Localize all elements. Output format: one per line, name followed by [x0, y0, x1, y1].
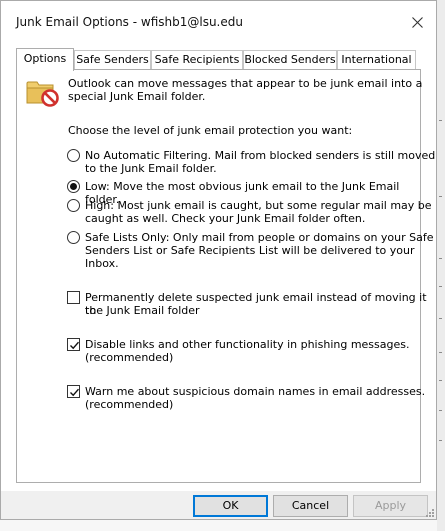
checkbox-label-phishing-line-1[interactable]: Disable links and other functionality in… — [85, 338, 410, 351]
background-window-edge — [437, 0, 445, 531]
junk-email-options-dialog: Junk Email Options - wfishb1@lsu.edu Opt… — [0, 0, 437, 520]
radio-label-safe-lists-line-3[interactable]: Inbox. — [85, 257, 119, 270]
radio-high[interactable] — [67, 199, 80, 212]
resize-grip-icon[interactable] — [425, 508, 435, 518]
checkbox-disable-phishing-links[interactable] — [67, 338, 80, 351]
radio-no-automatic-filtering[interactable] — [67, 149, 80, 162]
protection-level-prompt: Choose the level of junk email protectio… — [68, 124, 353, 137]
checkbox-label-domains-line-1[interactable]: Warn me about suspicious domain names in… — [85, 385, 425, 398]
radio-low[interactable] — [67, 180, 80, 193]
radio-label-safe-lists-line-1[interactable]: Safe Lists Only: Only mail from people o… — [85, 231, 434, 244]
checkbox-label-phishing-line-2[interactable]: (recommended) — [85, 351, 173, 364]
checkmark-icon — [70, 341, 80, 350]
close-icon — [412, 17, 423, 28]
radio-label-no-filtering-line-1[interactable]: No Automatic Filtering. Mail from blocke… — [85, 149, 435, 162]
title-bar[interactable]: Junk Email Options - wfishb1@lsu.edu — [1, 1, 436, 39]
intro-text-line-2: special Junk Email folder. — [68, 90, 206, 103]
tab-international[interactable]: International — [337, 50, 416, 70]
apply-button[interactable]: Apply — [353, 495, 428, 517]
junk-folder-blocked-icon — [26, 81, 59, 107]
ok-button[interactable]: OK — [193, 495, 268, 517]
close-button[interactable] — [405, 11, 431, 35]
checkbox-permanently-delete[interactable] — [67, 291, 80, 304]
background-window-edge-bottom — [0, 519, 437, 531]
radio-label-safe-lists-line-2[interactable]: Senders List or Safe Recipients List wil… — [85, 244, 414, 257]
tab-options[interactable]: Options — [16, 48, 74, 71]
tab-safe-senders[interactable]: Safe Senders — [74, 50, 151, 70]
tab-blocked-senders[interactable]: Blocked Senders — [243, 50, 337, 70]
intro-text-line-1: Outlook can move messages that appear to… — [68, 77, 423, 90]
radio-safe-lists-only[interactable] — [67, 231, 80, 244]
window-title: Junk Email Options - wfishb1@lsu.edu — [16, 15, 243, 29]
radio-label-no-filtering-line-2[interactable]: to the Junk Email folder. — [85, 162, 217, 175]
checkmark-icon — [70, 388, 80, 397]
checkbox-warn-suspicious-domains[interactable] — [67, 385, 80, 398]
radio-label-high-line-2[interactable]: caught as well. Check your Junk Email fo… — [85, 212, 365, 225]
radio-label-high-line-1[interactable]: High: Most junk email is caught, but som… — [85, 199, 432, 212]
cancel-button[interactable]: Cancel — [273, 495, 348, 517]
tab-safe-recipients[interactable]: Safe Recipients — [151, 50, 243, 70]
checkbox-label-domains-line-2[interactable]: (recommended) — [85, 398, 173, 411]
checkbox-label-delete-line-2[interactable]: the Junk Email folder — [85, 304, 200, 317]
